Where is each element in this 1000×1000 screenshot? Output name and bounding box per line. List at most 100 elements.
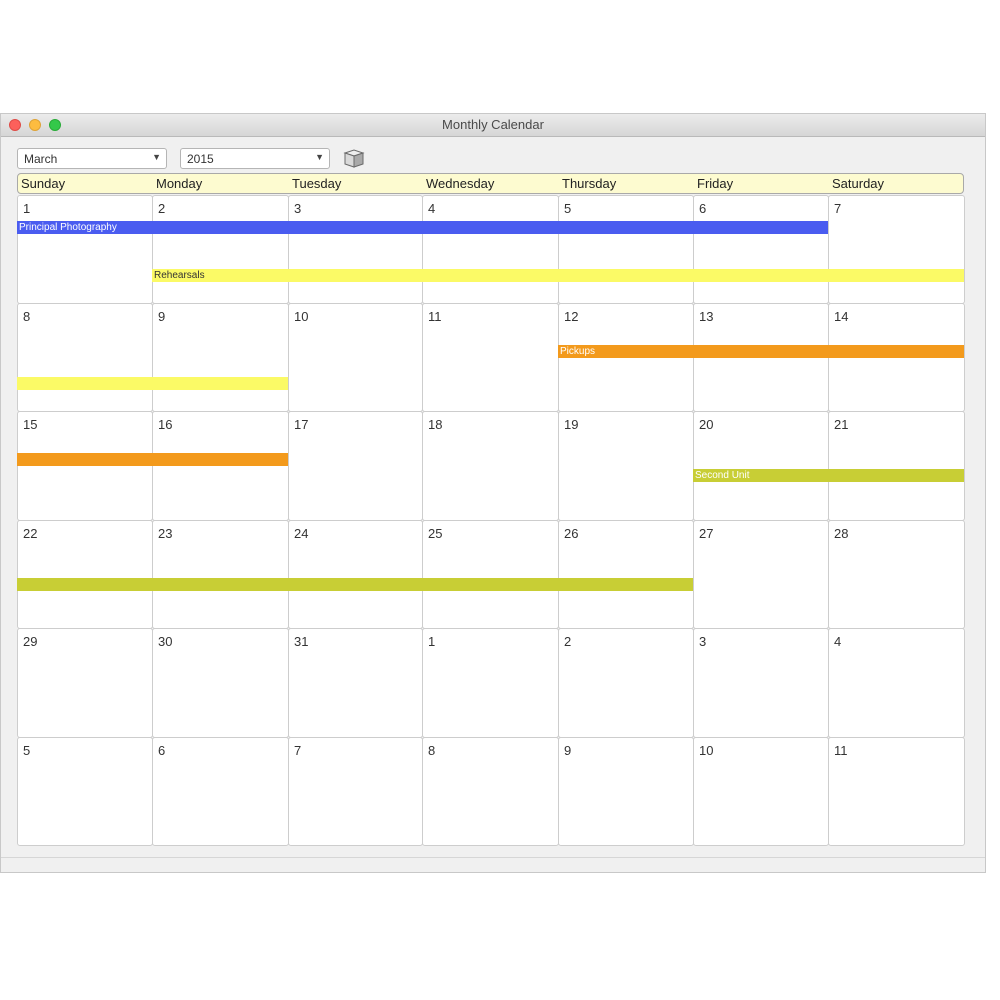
day-cell[interactable]: 2 (152, 195, 289, 304)
day-number: 19 (564, 417, 579, 432)
cube-icon[interactable] (342, 147, 366, 169)
event-bar-pickups[interactable] (17, 453, 288, 466)
year-select-value: 2015 (187, 152, 214, 166)
day-cell[interactable]: 1 (17, 195, 153, 304)
day-cell[interactable]: 26 (558, 520, 694, 629)
day-number: 13 (699, 309, 714, 324)
day-number: 3 (294, 201, 302, 216)
weekday-label-sunday: Sunday (21, 176, 66, 191)
chevron-down-icon: ▼ (315, 152, 324, 162)
day-cell[interactable]: 20 (693, 411, 829, 521)
day-cell[interactable]: 9 (558, 737, 694, 846)
day-number: 1 (23, 201, 31, 216)
day-cell[interactable]: 16 (152, 411, 289, 521)
day-number: 15 (23, 417, 38, 432)
day-cell[interactable]: 8 (422, 737, 559, 846)
event-label: Second Unit (695, 470, 750, 481)
day-cell[interactable]: 8 (17, 303, 153, 412)
year-select[interactable]: 2015 ▼ (180, 148, 330, 169)
day-number: 5 (23, 743, 31, 758)
day-cell[interactable]: 6 (693, 195, 829, 304)
day-cell[interactable]: 22 (17, 520, 153, 629)
day-cell[interactable]: 28 (828, 520, 965, 629)
day-number: 30 (158, 634, 173, 649)
day-number: 9 (158, 309, 166, 324)
day-number: 20 (699, 417, 714, 432)
weekday-label-tuesday: Tuesday (292, 176, 342, 191)
day-cell[interactable]: 29 (17, 628, 153, 738)
day-number: 17 (294, 417, 309, 432)
day-number: 4 (428, 201, 436, 216)
day-number: 14 (834, 309, 849, 324)
day-number: 1 (428, 634, 436, 649)
day-cell[interactable]: 7 (288, 737, 423, 846)
month-select-value: March (24, 152, 58, 166)
day-cell[interactable]: 11 (828, 737, 965, 846)
day-cell[interactable]: 17 (288, 411, 423, 521)
day-number: 9 (564, 743, 572, 758)
day-cell[interactable]: 5 (558, 195, 694, 304)
day-cell[interactable]: 2 (558, 628, 694, 738)
day-cell[interactable]: 3 (693, 628, 829, 738)
day-cell[interactable]: 6 (152, 737, 289, 846)
calendar-window: Monthly Calendar March ▼ 2015 ▼ Sunday Mo… (0, 113, 986, 873)
day-number: 5 (564, 201, 572, 216)
event-bar-principal-photography[interactable]: Principal Photography (17, 221, 828, 234)
day-cell[interactable]: 27 (693, 520, 829, 629)
day-cell[interactable]: 30 (152, 628, 289, 738)
day-cell[interactable]: 4 (422, 195, 559, 304)
day-number: 11 (834, 743, 848, 758)
day-number: 8 (23, 309, 31, 324)
event-label: Pickups (560, 346, 596, 357)
event-label: Principal Photography (19, 222, 117, 233)
day-number: 25 (428, 526, 443, 541)
weekday-label-monday: Monday (156, 176, 203, 191)
day-number: 12 (564, 309, 579, 324)
event-bar-rehearsals[interactable]: Rehearsals (152, 269, 964, 282)
day-cell[interactable]: 1 (422, 628, 559, 738)
day-number: 2 (158, 201, 166, 216)
day-number: 6 (699, 201, 707, 216)
event-bar-second-unit[interactable] (17, 578, 693, 591)
day-cell[interactable]: 15 (17, 411, 153, 521)
day-number: 4 (834, 634, 842, 649)
day-number: 21 (834, 417, 849, 432)
title-bar[interactable]: Monthly Calendar (1, 114, 985, 137)
event-label: Rehearsals (154, 270, 205, 281)
day-cell[interactable]: 24 (288, 520, 423, 629)
day-number: 23 (158, 526, 173, 541)
window-title: Monthly Calendar (442, 117, 544, 132)
day-number: 2 (564, 634, 572, 649)
day-cell[interactable]: 21 (828, 411, 965, 521)
day-cell[interactable]: 10 (693, 737, 829, 846)
day-number: 10 (294, 309, 309, 324)
day-number: 24 (294, 526, 309, 541)
day-number: 3 (699, 634, 707, 649)
weekday-label-friday: Friday (697, 176, 734, 191)
window-bottom-bar (1, 857, 985, 872)
day-number: 31 (294, 634, 309, 649)
day-number: 18 (428, 417, 443, 432)
day-cell[interactable]: 25 (422, 520, 559, 629)
day-cell[interactable]: 5 (17, 737, 153, 846)
chevron-down-icon: ▼ (152, 152, 161, 162)
day-cell[interactable]: 3 (288, 195, 423, 304)
day-number: 27 (699, 526, 714, 541)
day-cell[interactable]: 4 (828, 628, 965, 738)
day-cell[interactable]: 18 (422, 411, 559, 521)
event-bar-rehearsals[interactable] (17, 377, 288, 390)
day-number: 8 (428, 743, 436, 758)
day-cell[interactable]: 10 (288, 303, 423, 412)
day-cell[interactable]: 7 (828, 195, 965, 304)
day-cell[interactable]: 31 (288, 628, 423, 738)
day-number: 26 (564, 526, 579, 541)
event-bar-pickups[interactable]: Pickups (558, 345, 964, 358)
day-cell[interactable]: 19 (558, 411, 694, 521)
weekday-label-thursday: Thursday (562, 176, 617, 191)
day-cell[interactable]: 11 (422, 303, 559, 412)
day-cell[interactable]: 9 (152, 303, 289, 412)
event-bar-second-unit[interactable]: Second Unit (693, 469, 964, 482)
day-number: 7 (834, 201, 842, 216)
month-select[interactable]: March ▼ (17, 148, 167, 169)
day-cell[interactable]: 23 (152, 520, 289, 629)
